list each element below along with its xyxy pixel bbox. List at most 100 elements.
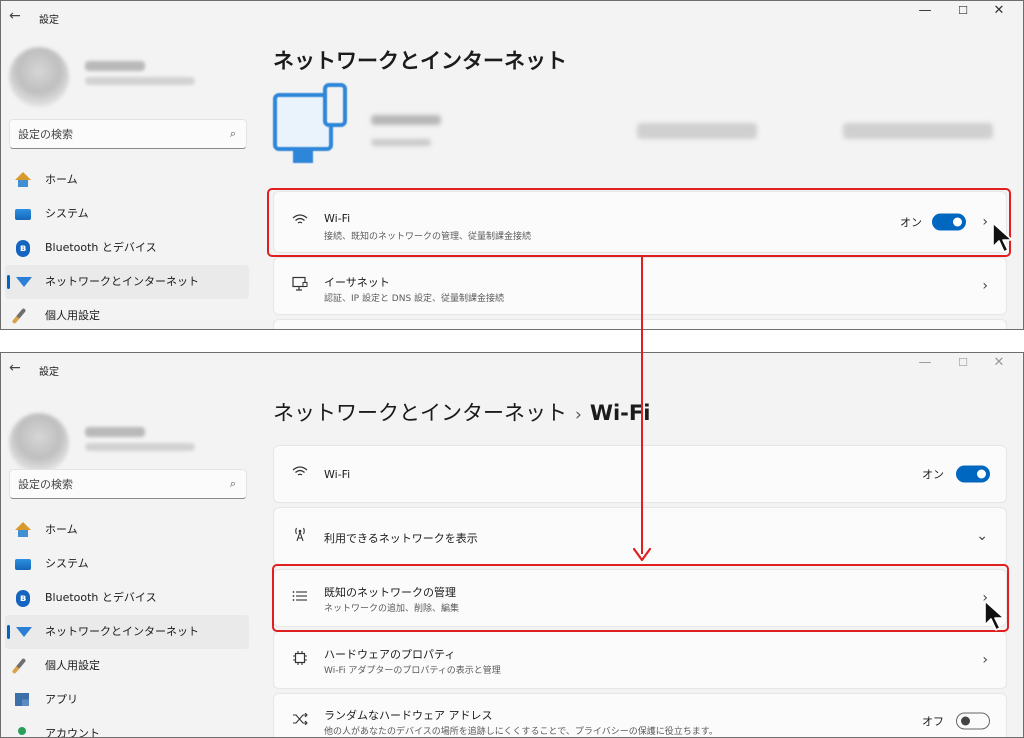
user-email-blurred (85, 77, 195, 85)
sidebar-item-label: ネットワークとインターネット (45, 625, 199, 638)
search-input[interactable] (18, 476, 218, 492)
network-status-hero (271, 83, 1011, 179)
user-profile[interactable] (9, 407, 245, 473)
sidebar-item-network[interactable]: ネットワークとインターネット (5, 265, 249, 299)
sidebar-nav: ホーム システム ʙ Bluetooth とデバイス ネットワークとインターネッ… (5, 513, 249, 738)
avatar (9, 413, 69, 473)
system-icon (15, 559, 31, 570)
ethernet-title: イーサネット (324, 276, 390, 289)
monitor-stand-icon (293, 151, 313, 163)
breadcrumb-parent[interactable]: ネットワークとインターネット (273, 401, 567, 425)
random-address-state-label: オフ (922, 715, 944, 728)
search-icon[interactable]: ⌕ (230, 127, 236, 141)
account-icon (18, 727, 26, 735)
sidebar: ⌕ ホーム システム ʙ Bluetooth とデバイス ネットワークとインター… (1, 385, 253, 737)
sidebar-nav: ホーム システム ʙ Bluetooth とデバイス ネットワークとインターネッ… (5, 163, 249, 329)
hardware-properties-title: ハードウェアのプロパティ (324, 648, 456, 661)
system-icon (15, 209, 31, 220)
minimize-button[interactable]: — (905, 353, 945, 375)
maximize-button[interactable]: ☐ (943, 353, 983, 375)
brush-icon (11, 307, 27, 325)
user-name-blurred (85, 61, 145, 71)
title-bar: ← 設定 — ☐ ✕ (1, 353, 1023, 385)
search-box[interactable]: ⌕ (9, 119, 247, 149)
flow-arrow-line (641, 256, 643, 554)
connection-status-blurred (371, 139, 431, 146)
sidebar-item-label: システム (45, 207, 89, 220)
sidebar-item-bluetooth[interactable]: ʙ Bluetooth とデバイス (5, 231, 249, 265)
properties-blurred[interactable] (637, 123, 757, 139)
user-email-blurred (85, 443, 195, 451)
chevron-right-icon[interactable]: › (982, 278, 988, 294)
hardware-properties-subtitle: Wi-Fi アダプターのプロパティの表示と管理 (324, 666, 501, 676)
settings-window-network: ← 設定 — ☐ ✕ ⌕ ホーム システム ʙ Bluetooth (0, 0, 1024, 330)
network-icon (16, 277, 32, 287)
wifi-title: Wi-Fi (324, 468, 351, 481)
breadcrumb-separator: › (575, 405, 582, 425)
sidebar-item-personalization[interactable]: 個人用設定 (5, 649, 249, 683)
window-title: 設定 (39, 367, 59, 378)
sidebar-item-home[interactable]: ホーム (5, 513, 249, 547)
title-bar: ← 設定 — ☐ ✕ (1, 1, 1023, 33)
ethernet-plug-icon (323, 83, 347, 127)
sidebar-item-label: ホーム (45, 523, 78, 536)
sidebar-item-label: システム (45, 557, 89, 570)
chevron-right-icon[interactable]: › (982, 652, 988, 668)
avatar (9, 47, 69, 107)
search-box[interactable]: ⌕ (9, 469, 247, 499)
sidebar-item-label: ホーム (45, 173, 78, 186)
maximize-button[interactable]: ☐ (943, 1, 983, 23)
close-button[interactable]: ✕ (979, 1, 1019, 23)
sidebar-item-label: アカウント (45, 727, 100, 738)
sidebar-item-accounts[interactable]: アカウント (5, 717, 249, 738)
chip-icon (290, 650, 310, 670)
wifi-toggle[interactable] (956, 465, 990, 483)
sidebar-item-label: 個人用設定 (45, 309, 100, 322)
sidebar-item-network[interactable]: ネットワークとインターネット (5, 615, 249, 649)
search-icon[interactable]: ⌕ (230, 477, 236, 491)
sidebar-item-home[interactable]: ホーム (5, 163, 249, 197)
settings-window-wifi: ← 設定 — ☐ ✕ ⌕ ホーム システム ʙ Bluetooth (0, 352, 1024, 738)
network-icon (16, 627, 32, 637)
ethernet-subtitle: 認証、IP 設定と DNS 設定、従量制課金接続 (324, 294, 505, 304)
sidebar-item-label: 個人用設定 (45, 659, 100, 672)
bluetooth-icon: ʙ (16, 590, 30, 607)
search-input[interactable] (18, 126, 218, 142)
sidebar-item-system[interactable]: システム (5, 197, 249, 231)
wifi-toggle-card: Wi-Fi オン (273, 445, 1007, 503)
bluetooth-icon: ʙ (16, 240, 30, 257)
sidebar-item-bluetooth[interactable]: ʙ Bluetooth とデバイス (5, 581, 249, 615)
connection-name-blurred (371, 115, 441, 125)
flow-arrow-head (633, 548, 651, 562)
close-button[interactable]: ✕ (979, 353, 1019, 375)
random-address-toggle[interactable] (956, 712, 990, 730)
breadcrumb: ネットワークとインターネット › Wi-Fi (273, 397, 650, 427)
sidebar-item-label: アプリ (45, 693, 78, 706)
ethernet-card[interactable]: イーサネット 認証、IP 設定と DNS 設定、従量制課金接続 › (273, 257, 1007, 315)
minimize-button[interactable]: — (905, 1, 945, 23)
available-networks-title: 利用できるネットワークを表示 (324, 532, 478, 545)
back-arrow-icon[interactable]: ← (9, 360, 25, 376)
sidebar: ⌕ ホーム システム ʙ Bluetooth とデバイス ネットワークとインター… (1, 33, 253, 329)
random-address-subtitle: 他の人があなたのデバイスの場所を追跡しにくくすることで、プライバシーの保護に役立… (324, 727, 718, 737)
sidebar-item-system[interactable]: システム (5, 547, 249, 581)
wifi-state-label: オン (922, 468, 944, 481)
sidebar-item-apps[interactable]: アプリ (5, 683, 249, 717)
sidebar-item-label: ネットワークとインターネット (45, 275, 199, 288)
antenna-icon (290, 526, 310, 546)
sidebar-item-label: Bluetooth とデバイス (45, 241, 157, 254)
wifi-card-highlight (267, 188, 1011, 257)
back-arrow-icon[interactable]: ← (9, 8, 25, 24)
chevron-down-icon[interactable]: ⌄ (976, 528, 988, 544)
apps-icon (15, 693, 29, 706)
ethernet-icon (290, 276, 310, 296)
hardware-properties-card[interactable]: ハードウェアのプロパティ Wi-Fi アダプターのプロパティの表示と管理 › (273, 631, 1007, 689)
sidebar-item-personalization[interactable]: 個人用設定 (5, 299, 249, 329)
sidebar-item-label: Bluetooth とデバイス (45, 591, 157, 604)
home-icon (15, 522, 31, 538)
data-usage-blurred[interactable] (843, 123, 993, 139)
next-card-partial[interactable] (273, 319, 1007, 329)
shuffle-icon (290, 712, 310, 729)
brush-icon (11, 657, 27, 675)
user-profile[interactable] (9, 41, 245, 107)
